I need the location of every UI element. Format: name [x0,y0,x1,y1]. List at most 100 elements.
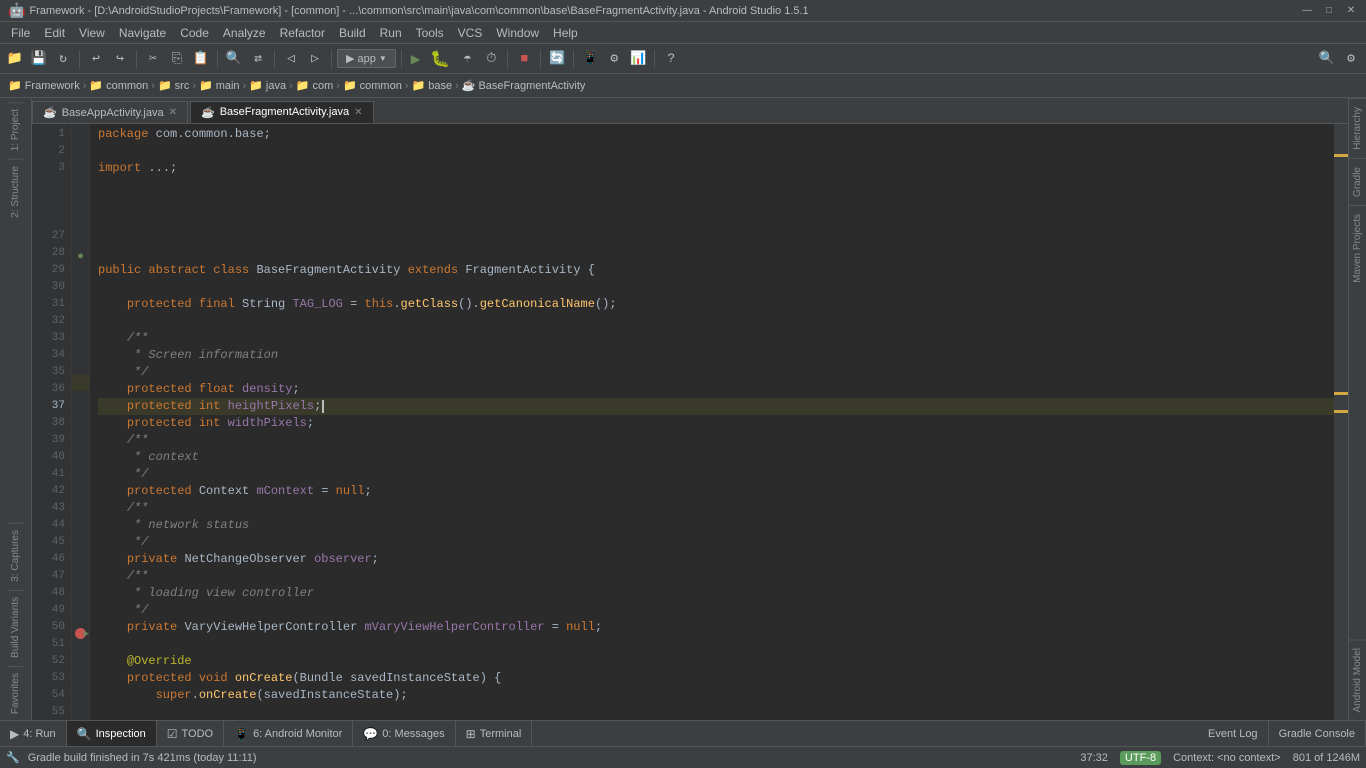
code-line-28 [98,245,1334,262]
menu-build[interactable]: Build [332,24,373,42]
settings-button[interactable]: ⚙ [1340,48,1362,70]
tab-close-base-app[interactable]: ✕ [169,107,177,118]
bottom-tab-todo[interactable]: ☑ TODO [157,721,224,746]
menu-help[interactable]: Help [546,24,585,42]
toolbar-back[interactable]: ◁ [280,48,302,70]
minimize-button[interactable]: — [1300,4,1314,18]
menu-bar: File Edit View Navigate Code Analyze Ref… [0,22,1366,44]
menu-navigate[interactable]: Navigate [112,24,173,42]
menu-vcs[interactable]: VCS [451,24,490,42]
breadcrumb-class[interactable]: ☕BaseFragmentActivity [462,79,586,92]
toolbar-save[interactable]: 💾 [28,48,50,70]
menu-window[interactable]: Window [489,24,546,42]
menu-edit[interactable]: Edit [37,24,72,42]
event-log-label: Event Log [1208,728,1258,740]
sdk-manager[interactable]: ⚙ [603,48,625,70]
code-line-42: protected Context mContext = null; [98,483,1334,500]
breadcrumb-com[interactable]: 📁com [296,79,333,92]
menu-code[interactable]: Code [173,24,216,42]
code-line-44: * network status [98,517,1334,534]
panel-captures[interactable]: 3: Captures [8,523,23,588]
tab-base-fragment-activity[interactable]: ☕ BaseFragmentActivity.java ✕ [190,101,374,123]
breadcrumb-framework[interactable]: 📁 Framework [8,79,80,92]
toolbar-sync[interactable]: ↻ [52,48,74,70]
code-content[interactable]: package com.common.base; import ...; [90,124,1334,720]
bottom-tab-messages[interactable]: 💬 0: Messages [353,721,455,746]
toolbar-undo[interactable]: ↩ [85,48,107,70]
code-line-36: protected float density; [98,381,1334,398]
breadcrumb-java[interactable]: 📁java [249,79,286,92]
bottom-tab-gradle-console[interactable]: Gradle Console [1269,721,1366,746]
code-line-29: public abstract class BaseFragmentActivi… [98,262,1334,279]
memory-info: 801 of 1246M [1293,752,1360,764]
avd-manager[interactable]: 📱 [579,48,601,70]
tab-close-base-fragment[interactable]: ✕ [354,107,362,118]
menu-refactor[interactable]: Refactor [273,24,332,42]
code-line-48: * loading view controller [98,585,1334,602]
code-line-37: protected int heightPixels; [98,398,1334,415]
code-line-2 [98,143,1334,160]
breadcrumb-base[interactable]: 📁base [412,79,453,92]
encoding-badge[interactable]: UTF-8 [1120,751,1161,765]
debug-button[interactable]: 🐛 [426,49,454,69]
bottom-tab-android-monitor[interactable]: 📱 6: Android Monitor [224,721,353,746]
panel-gradle[interactable]: Gradle [1349,158,1366,205]
todo-icon: ☑ [167,727,178,741]
android-monitor[interactable]: 📊 [627,48,649,70]
messages-label: 0: Messages [382,728,444,740]
toolbar-replace[interactable]: ⇄ [247,48,269,70]
stop-button[interactable]: ■ [513,48,535,70]
coverage-button[interactable]: ☂ [456,48,478,70]
breadcrumb-main[interactable]: 📁main [199,79,240,92]
scroll-marker-3 [1334,410,1348,413]
panel-hierarchy[interactable]: Hierarchy [1349,98,1366,158]
bottom-tab-terminal[interactable]: ⊞ Terminal [456,721,533,746]
gradle-status-text: Gradle build finished in 7s 421ms (today… [28,752,257,764]
menu-view[interactable]: View [72,24,112,42]
line-numbers: 1 2 3 27 28 29 30 31 32 33 34 35 36 37 3… [32,124,72,720]
panel-favorites[interactable]: Favorites [8,666,23,720]
toolbar: 📁 💾 ↻ ↩ ↪ ✂ ⎘ 📋 🔍 ⇄ ◁ ▷ ▶app▼ ▶ 🐛 ☂ ⏱ ■ … [0,44,1366,74]
help-button[interactable]: ? [660,48,682,70]
bottom-tab-event-log[interactable]: Event Log [1198,721,1269,746]
toolbar-redo[interactable]: ↪ [109,48,131,70]
toolbar-forward[interactable]: ▷ [304,48,326,70]
menu-analyze[interactable]: Analyze [216,24,273,42]
panel-project[interactable]: 1: Project [8,102,23,157]
panel-structure[interactable]: 2: Structure [8,159,23,224]
close-button[interactable]: ✕ [1344,4,1358,18]
maximize-button[interactable]: □ [1322,4,1336,18]
toolbar-open[interactable]: 📁 [4,48,26,70]
toolbar-cut[interactable]: ✂ [142,48,164,70]
search-everywhere[interactable]: 🔍 [1316,48,1338,70]
code-line-32 [98,313,1334,330]
menu-run[interactable]: Run [373,24,409,42]
menu-file[interactable]: File [4,24,37,42]
panel-maven[interactable]: Maven Projects [1349,205,1366,291]
profile-button[interactable]: ⏱ [480,48,502,70]
toolbar-paste[interactable]: 📋 [190,48,212,70]
bottom-tab-run[interactable]: ▶ 4: Run [0,721,67,746]
bottom-tab-inspection[interactable]: 🔍 Inspection [67,721,157,746]
tab-base-app-activity[interactable]: ☕ BaseAppActivity.java ✕ [32,101,188,123]
toolbar-find[interactable]: 🔍 [223,48,245,70]
panel-build-variants[interactable]: Build Variants [8,590,23,664]
sync-gradle[interactable]: 🔄 [546,48,568,70]
breadcrumb-common[interactable]: 📁 common [89,79,148,92]
status-bar: 🔧 Gradle build finished in 7s 421ms (tod… [0,746,1366,768]
toolbar-copy[interactable]: ⎘ [166,48,188,70]
android-monitor-icon: 📱 [234,727,249,741]
panel-android-model[interactable]: Android Model [1349,639,1366,720]
code-line-49: */ [98,602,1334,619]
code-line-41: */ [98,466,1334,483]
breadcrumb-src[interactable]: 📁src [158,79,189,92]
breadcrumb-common2[interactable]: 📁common [343,79,402,92]
run-config-selector[interactable]: ▶app▼ [337,49,396,68]
right-scrollbar[interactable] [1334,124,1348,720]
code-line-spacer3 [98,211,1334,228]
code-line-54: super.onCreate(savedInstanceState); [98,687,1334,704]
code-line-27 [98,228,1334,245]
code-line-3: import ...; [98,160,1334,177]
run-button[interactable]: ▶ [407,49,425,69]
menu-tools[interactable]: Tools [409,24,451,42]
